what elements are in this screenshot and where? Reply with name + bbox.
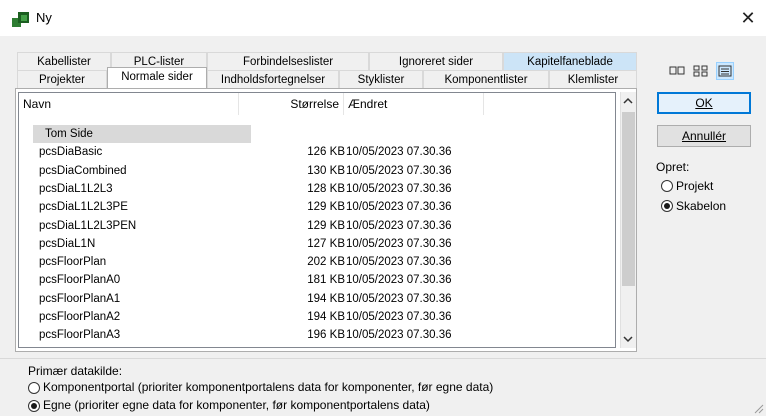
item-size: 194 KB — [307, 292, 345, 305]
cancel-button[interactable]: Annullér — [657, 125, 751, 147]
item-size: 129 KB — [307, 219, 345, 232]
item-modified: 10/05/2023 07.30.36 — [346, 146, 452, 159]
tab-styklister[interactable]: Styklister — [339, 70, 423, 88]
item-modified: 10/05/2023 07.30.36 — [346, 219, 452, 232]
item-name: pcsFloorPlanA1 — [39, 292, 121, 305]
radio-komponentportal[interactable] — [28, 382, 40, 394]
tab-kapitelfaneblade[interactable]: Kapitelfaneblade — [503, 52, 637, 70]
item-modified: 10/05/2023 07.30.36 — [346, 292, 452, 305]
data-source-label: Primær datakilde: — [28, 364, 123, 378]
item-modified: 10/05/2023 07.30.36 — [346, 164, 452, 177]
title-bar — [0, 0, 766, 36]
list-item[interactable]: Tom Side — [19, 125, 615, 143]
list-item[interactable]: pcsFloorPlanA2 194 KB 10/05/2023 07.30.36 — [19, 308, 615, 326]
list-item[interactable]: pcsDiaL1N 127 KB 10/05/2023 07.30.36 — [19, 235, 615, 253]
list-item[interactable]: pcsDiaCombined 130 KB 10/05/2023 07.30.36 — [19, 162, 615, 180]
item-size: 194 KB — [307, 311, 345, 323]
item-name: pcsDiaL1N — [39, 237, 96, 250]
scroll-up-icon[interactable] — [623, 96, 633, 106]
radio-egne-label[interactable]: Egne (prioriter egne data for komponente… — [43, 398, 430, 412]
template-list[interactable]: Navn Størrelse Ændret Tom Side pcsDiaBasi… — [18, 92, 616, 348]
radio-projekt[interactable] — [661, 180, 673, 192]
item-modified: 10/05/2023 07.30.36 — [346, 182, 452, 195]
app-icon — [12, 10, 30, 28]
tab-normale-sider[interactable]: Normale sider — [107, 67, 207, 88]
list-item[interactable]: pcsFloorPlanA0 181 KB 10/05/2023 07.30.36 — [19, 271, 615, 289]
item-size: 130 KB — [307, 164, 345, 177]
column-header-size[interactable]: Størrelse — [239, 93, 344, 115]
list-item[interactable]: pcsDiaL1L2L3 128 KB 10/05/2023 07.30.36 — [19, 180, 615, 198]
radio-skabelon[interactable] — [661, 200, 673, 212]
item-modified: 10/05/2023 07.30.36 — [346, 311, 452, 323]
item-modified: 10/05/2023 07.30.36 — [346, 237, 452, 250]
tab-ignoreret-sider[interactable]: Ignoreret sider — [369, 52, 503, 70]
small-icons-view-icon[interactable] — [692, 62, 710, 80]
item-name: pcsFloorPlanA3 — [39, 329, 121, 342]
details-view-icon[interactable] — [716, 62, 734, 80]
item-size: 126 KB — [307, 146, 345, 159]
item-modified: 10/05/2023 07.30.36 — [346, 256, 452, 269]
item-modified: 10/05/2023 07.30.36 — [346, 201, 452, 214]
item-name: pcsDiaL1L2L3PEN — [39, 219, 137, 232]
item-size: 181 KB — [307, 274, 345, 287]
column-header-modified[interactable]: Ændret — [344, 93, 484, 115]
scrollbar-thumb[interactable] — [622, 112, 635, 286]
item-size: 202 KB — [307, 256, 345, 269]
item-size: 128 KB — [307, 182, 345, 195]
list-item[interactable]: pcsFloorPlan 202 KB 10/05/2023 07.30.36 — [19, 253, 615, 271]
resize-grip-icon[interactable] — [752, 402, 764, 414]
column-header-name[interactable]: Navn — [19, 93, 239, 115]
tab-indholdsfortegnelser[interactable]: Indholdsfortegnelser — [207, 70, 339, 88]
item-name: pcsDiaL1L2L3 — [39, 182, 113, 195]
item-size: 127 KB — [307, 237, 345, 250]
divider — [0, 358, 766, 359]
radio-projekt-label[interactable]: Projekt — [676, 179, 713, 193]
tab-komponentlister[interactable]: Komponentlister — [423, 70, 549, 88]
item-name: pcsFloorPlanA0 — [39, 274, 121, 287]
item-size: 196 KB — [307, 329, 345, 342]
list-item[interactable]: pcsDiaBasic 126 KB 10/05/2023 07.30.36 — [19, 143, 615, 161]
item-name: pcsDiaCombined — [39, 164, 127, 177]
tab-forbindelseslister[interactable]: Forbindelseslister — [207, 52, 369, 70]
radio-egne[interactable] — [28, 400, 40, 412]
item-name: pcsDiaL1L2L3PE — [39, 201, 128, 214]
tab-klemlister[interactable]: Klemlister — [549, 70, 637, 88]
item-modified: 10/05/2023 07.30.36 — [346, 274, 452, 287]
item-name: Tom Side — [45, 128, 93, 140]
large-icons-view-icon[interactable] — [668, 62, 686, 80]
window-title: Ny — [36, 10, 52, 25]
item-modified: 10/05/2023 07.30.36 — [346, 329, 452, 342]
cancel-button-label: Annullér — [681, 129, 727, 143]
list-item[interactable]: pcsFloorPlanA1 194 KB 10/05/2023 07.30.36 — [19, 290, 615, 308]
item-size: 129 KB — [307, 201, 345, 214]
list-item[interactable]: pcsDiaL1L2L3PEN 129 KB 10/05/2023 07.30.36 — [19, 217, 615, 235]
ok-button-label: OK — [695, 96, 713, 110]
item-name: pcsFloorPlan — [39, 256, 107, 269]
list-item[interactable]: pcsFloorPlanA3 196 KB 10/05/2023 07.30.36 — [19, 326, 615, 344]
create-group-label: Opret: — [656, 160, 690, 174]
item-name: pcsDiaBasic — [39, 146, 103, 159]
close-button[interactable]: ✕ — [736, 6, 760, 30]
tab-kabellister[interactable]: Kabellister — [17, 52, 111, 70]
item-name: pcsFloorPlanA2 — [39, 311, 121, 323]
scroll-down-icon[interactable] — [623, 334, 633, 344]
radio-komponentportal-label[interactable]: Komponentportal (prioriter komponentport… — [43, 380, 493, 394]
ok-button[interactable]: OK — [657, 92, 751, 114]
list-item[interactable]: pcsDiaL1L2L3PE 129 KB 10/05/2023 07.30.36 — [19, 198, 615, 216]
tab-projekter[interactable]: Projekter — [17, 70, 107, 88]
radio-skabelon-label[interactable]: Skabelon — [676, 199, 726, 213]
